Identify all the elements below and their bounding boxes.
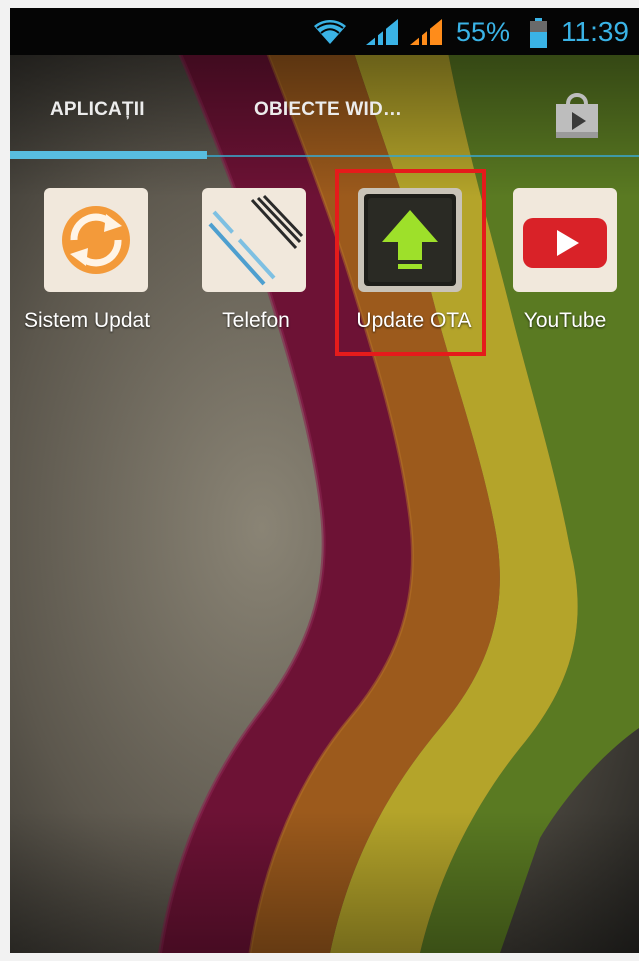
app-label: YouTube xyxy=(523,309,607,332)
app-label: Sistem Updat xyxy=(24,309,151,332)
cell-signal-icon xyxy=(366,19,398,45)
highlight-box xyxy=(335,169,486,356)
app-system-update[interactable]: Sistem Updat xyxy=(24,188,180,333)
status-bar: 55% 11:39 xyxy=(10,8,639,55)
tab-apps[interactable]: APLICAȚII xyxy=(50,98,145,122)
app-drawer-screen: 55% 11:39 APLICAȚII OBIECTE WID… Sistem … xyxy=(10,8,639,953)
cell-signal-icon xyxy=(410,19,442,45)
play-store-icon[interactable] xyxy=(548,86,606,144)
battery-percent: 55% xyxy=(456,17,511,47)
status-time: 11:39 xyxy=(561,16,629,47)
app-label: Telefon xyxy=(222,309,290,332)
system-update-icon xyxy=(44,188,148,292)
battery-icon xyxy=(530,18,547,48)
wifi-icon xyxy=(314,20,346,44)
app-youtube[interactable]: YouTube xyxy=(512,188,636,333)
phone-icon xyxy=(202,188,306,292)
youtube-icon xyxy=(513,188,617,292)
wallpaper xyxy=(10,8,639,953)
tab-widgets[interactable]: OBIECTE WID… xyxy=(254,98,402,122)
tab-indicator xyxy=(10,151,207,159)
app-phone[interactable]: Telefon xyxy=(186,188,326,333)
